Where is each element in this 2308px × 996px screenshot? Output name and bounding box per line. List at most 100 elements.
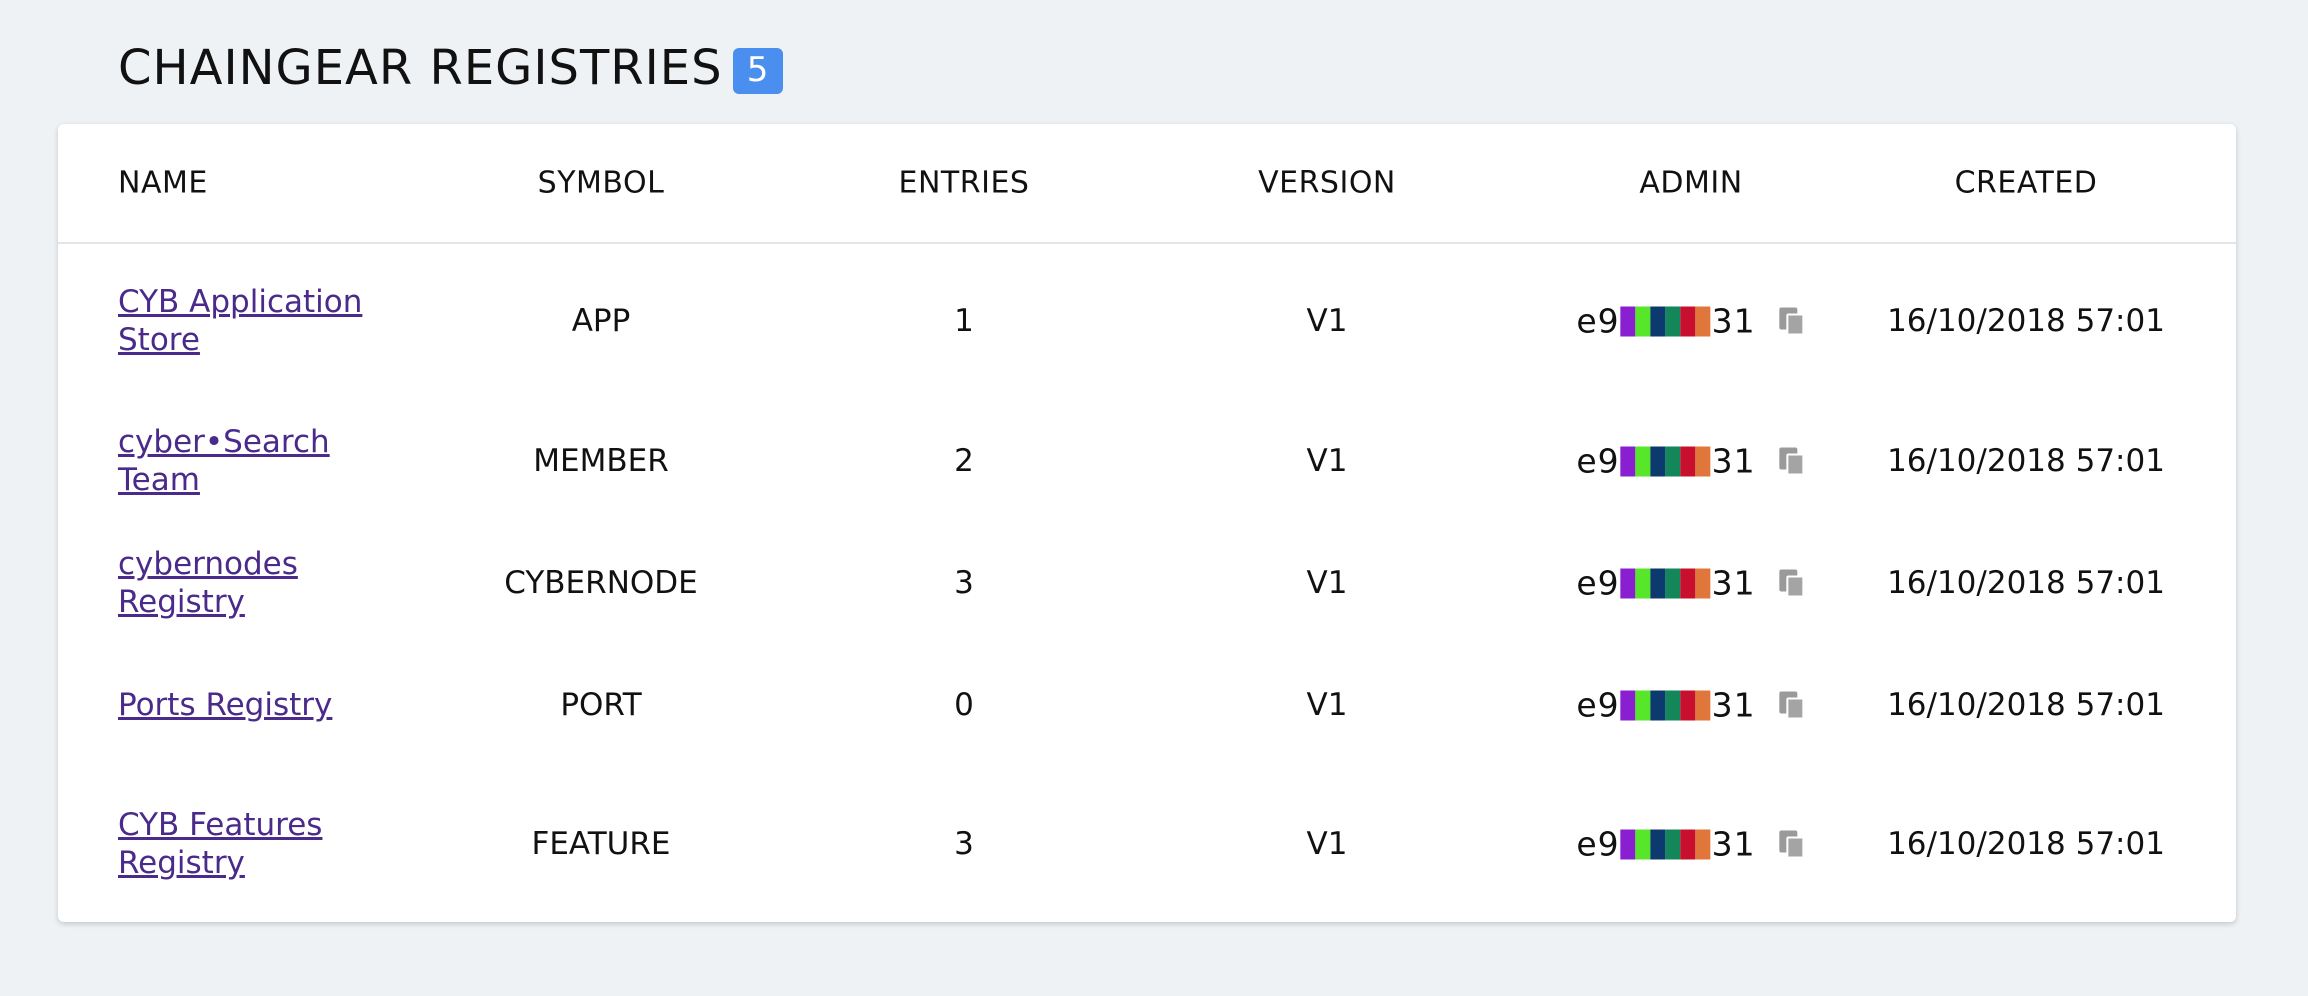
registry-admin: e9 31	[1576, 442, 1805, 481]
admin-blockie-icon	[1620, 446, 1711, 476]
blockie-segment	[1650, 690, 1666, 720]
column-header-entries[interactable]: ENTRIES	[899, 166, 1030, 201]
blockie-segment	[1665, 568, 1681, 598]
registry-version: V1	[1306, 443, 1348, 479]
registry-admin: e9 31	[1576, 825, 1805, 864]
blockie-segment	[1695, 829, 1711, 859]
admin-address: e9 31	[1576, 442, 1805, 481]
blockie-segment	[1620, 690, 1636, 720]
blockie-segment	[1635, 829, 1651, 859]
column-header-admin[interactable]: ADMIN	[1639, 166, 1742, 201]
blockie-segment	[1650, 829, 1666, 859]
blockie-segment	[1635, 306, 1651, 336]
table-row: CYB Application Store APP 1 V1 e9 31 16/…	[58, 261, 2236, 381]
table-row: cybernodes Registry CYBERNODE 3 V1 e9 31…	[58, 523, 2236, 643]
admin-address-suffix: 31	[1711, 824, 1756, 864]
page-title: CHAINGEAR REGISTRIES	[118, 40, 723, 96]
registry-symbol: FEATURE	[531, 826, 671, 862]
registry-name-link[interactable]: Ports Registry	[118, 686, 332, 724]
blockie-segment	[1680, 306, 1696, 336]
column-header-name[interactable]: NAME	[118, 166, 208, 201]
page-header: CHAINGEAR REGISTRIES 5	[118, 38, 783, 98]
registry-version: V1	[1306, 826, 1348, 862]
registry-name-cell: CYB Application Store	[118, 283, 418, 359]
blockie-segment	[1680, 446, 1696, 476]
table-row: cyber•Search Team MEMBER 2 V1 e9 31 16/1…	[58, 401, 2236, 521]
registry-symbol: CYBERNODE	[504, 565, 698, 601]
admin-address-suffix: 31	[1711, 301, 1756, 341]
registry-admin: e9 31	[1576, 564, 1805, 603]
admin-address-prefix: e9	[1576, 563, 1620, 603]
admin-address: e9 31	[1576, 302, 1805, 341]
registry-created: 16/10/2018 57:01	[1887, 687, 2165, 723]
copy-icon[interactable]	[1779, 691, 1806, 719]
registry-version: V1	[1306, 687, 1348, 723]
blockie-segment	[1665, 690, 1681, 720]
copy-icon[interactable]	[1779, 569, 1806, 597]
column-header-symbol[interactable]: SYMBOL	[538, 166, 665, 201]
registry-symbol: PORT	[560, 687, 642, 723]
registry-name-cell: cybernodes Registry	[118, 545, 418, 621]
registry-created: 16/10/2018 57:01	[1887, 303, 2165, 339]
blockie-segment	[1650, 446, 1666, 476]
blockie-segment	[1620, 306, 1636, 336]
registry-name-link[interactable]: cyber•Search Team	[118, 423, 418, 499]
blockie-segment	[1695, 446, 1711, 476]
blockie-segment	[1695, 306, 1711, 336]
registry-entries: 1	[954, 303, 974, 339]
registry-name-cell: Ports Registry	[118, 686, 332, 724]
registry-count-badge: 5	[732, 48, 783, 94]
admin-address-suffix: 31	[1711, 441, 1756, 481]
admin-blockie-icon	[1620, 568, 1711, 598]
blockie-segment	[1635, 568, 1651, 598]
blockie-segment	[1635, 690, 1651, 720]
blockie-segment	[1680, 568, 1696, 598]
registry-entries: 3	[954, 826, 974, 862]
admin-address-suffix: 31	[1711, 563, 1756, 603]
blockie-segment	[1695, 568, 1711, 598]
registry-entries: 3	[954, 565, 974, 601]
blockie-segment	[1620, 568, 1636, 598]
registry-name-link[interactable]: CYB Application Store	[118, 283, 418, 359]
admin-blockie-icon	[1620, 829, 1711, 859]
table-header-row: NAME SYMBOL ENTRIES VERSION ADMIN CREATE…	[58, 124, 2236, 244]
registry-version: V1	[1306, 303, 1348, 339]
blockie-segment	[1680, 829, 1696, 859]
admin-address: e9 31	[1576, 564, 1805, 603]
blockie-segment	[1620, 446, 1636, 476]
registries-table: NAME SYMBOL ENTRIES VERSION ADMIN CREATE…	[58, 124, 2236, 922]
registry-admin: e9 31	[1576, 686, 1805, 725]
admin-blockie-icon	[1620, 690, 1711, 720]
blockie-segment	[1620, 829, 1636, 859]
column-header-created[interactable]: CREATED	[1955, 166, 2098, 201]
admin-address-prefix: e9	[1576, 824, 1620, 864]
registry-admin: e9 31	[1576, 302, 1805, 341]
admin-address-prefix: e9	[1576, 441, 1620, 481]
table-row: Ports Registry PORT 0 V1 e9 31 16/10/201…	[58, 645, 2236, 765]
registry-version: V1	[1306, 565, 1348, 601]
admin-address-suffix: 31	[1711, 685, 1756, 725]
registry-symbol: APP	[571, 303, 631, 339]
copy-icon[interactable]	[1779, 830, 1806, 858]
admin-address-prefix: e9	[1576, 301, 1620, 341]
registry-created: 16/10/2018 57:01	[1887, 443, 2165, 479]
blockie-segment	[1695, 690, 1711, 720]
copy-icon[interactable]	[1779, 447, 1806, 475]
blockie-segment	[1635, 446, 1651, 476]
registry-name-link[interactable]: CYB Features Registry	[118, 806, 418, 882]
copy-icon[interactable]	[1779, 307, 1806, 335]
registry-name-cell: cyber•Search Team	[118, 423, 418, 499]
blockie-segment	[1650, 306, 1666, 336]
admin-address: e9 31	[1576, 686, 1805, 725]
registry-name-cell: CYB Features Registry	[118, 806, 418, 882]
registry-entries: 2	[954, 443, 974, 479]
blockie-segment	[1680, 690, 1696, 720]
registry-symbol: MEMBER	[533, 443, 669, 479]
registry-created: 16/10/2018 57:01	[1887, 565, 2165, 601]
admin-address-prefix: e9	[1576, 685, 1620, 725]
registry-created: 16/10/2018 57:01	[1887, 826, 2165, 862]
admin-blockie-icon	[1620, 306, 1711, 336]
registry-name-link[interactable]: cybernodes Registry	[118, 545, 418, 621]
column-header-version[interactable]: VERSION	[1258, 166, 1396, 201]
blockie-segment	[1650, 568, 1666, 598]
